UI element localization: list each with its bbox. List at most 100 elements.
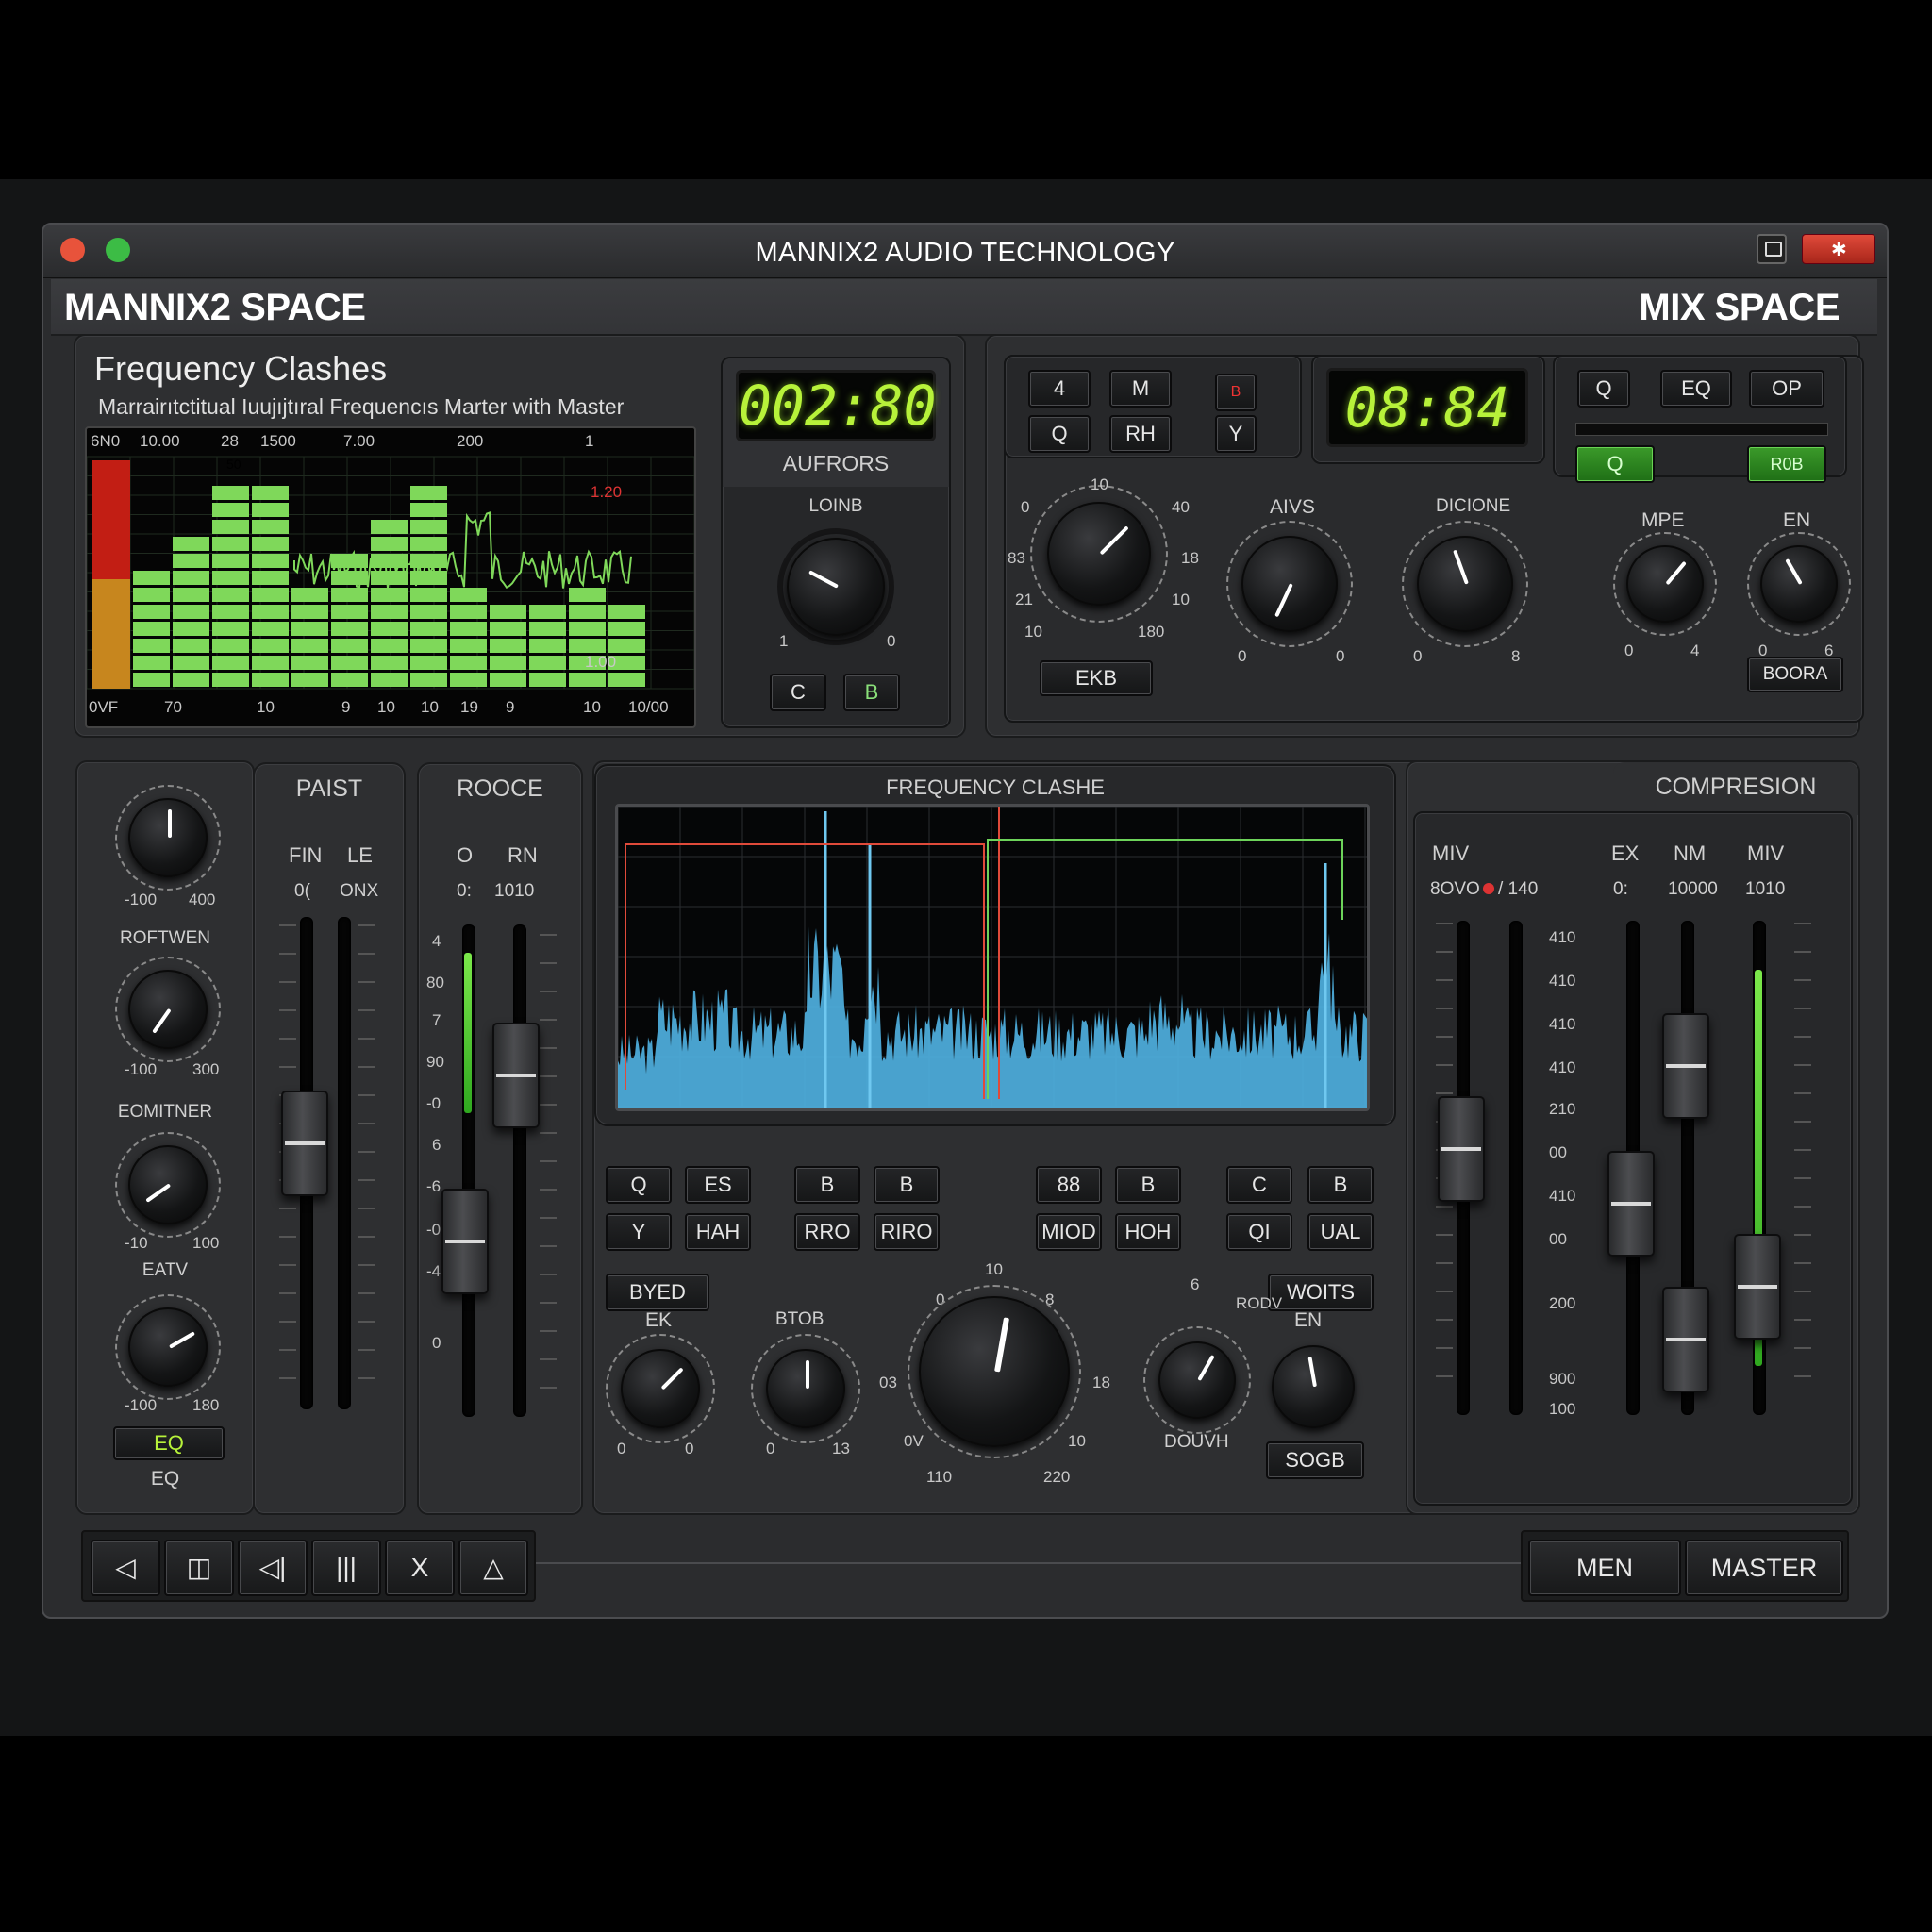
knob-tick: 10 xyxy=(985,1260,1003,1278)
speaker-button[interactable]: ◁| xyxy=(238,1540,308,1596)
eq-label: EQ xyxy=(150,1468,180,1490)
master-button[interactable]: MASTER xyxy=(1685,1540,1843,1596)
comp-fader-4[interactable] xyxy=(1662,1287,1709,1392)
comp-fader-3[interactable] xyxy=(1662,1013,1709,1119)
knob-tick: 6 xyxy=(1191,1275,1200,1293)
ek-knob[interactable] xyxy=(621,1349,700,1428)
center-btn-gear3[interactable]: B xyxy=(1115,1166,1181,1204)
channel-header: RN xyxy=(508,843,538,867)
bars-button[interactable]: ||| xyxy=(311,1540,381,1596)
top-knob-2[interactable] xyxy=(1241,536,1338,632)
fader-scale xyxy=(358,924,375,926)
comp-value: 0: xyxy=(1613,879,1628,899)
knob-tick: 10 xyxy=(1068,1432,1086,1450)
eq-button[interactable]: EQ xyxy=(1660,370,1732,408)
q-button[interactable]: Q xyxy=(1577,370,1630,408)
byed-button[interactable]: BYED xyxy=(606,1274,709,1311)
center-btn-rro[interactable]: RRO xyxy=(794,1213,860,1251)
knob-tick: RODV xyxy=(1236,1294,1283,1312)
douvh-knob[interactable] xyxy=(1158,1341,1236,1419)
comp-fader-1[interactable] xyxy=(1438,1096,1485,1202)
top-knob-1[interactable] xyxy=(1047,502,1151,606)
mini-knob[interactable] xyxy=(787,538,885,636)
strip-knob-4[interactable] xyxy=(128,1307,208,1387)
strip-knob-3[interactable] xyxy=(128,1145,208,1224)
green-q-button[interactable]: Q xyxy=(1575,445,1655,483)
center-btn-ual[interactable]: UAL xyxy=(1307,1213,1374,1251)
en-knob[interactable] xyxy=(1272,1345,1355,1428)
master-knob[interactable] xyxy=(919,1296,1070,1447)
transport-btn-4[interactable]: 4 xyxy=(1028,370,1091,408)
ekb-button[interactable]: EKB xyxy=(1040,660,1153,696)
red-indicator[interactable]: B xyxy=(1215,374,1257,411)
btob-knob[interactable] xyxy=(766,1349,845,1428)
strip-knob-1[interactable] xyxy=(128,798,208,877)
frame-button[interactable]: ◫ xyxy=(164,1540,234,1596)
scale-tick: 00 xyxy=(1549,1230,1567,1248)
bar-segment xyxy=(173,673,209,687)
play-icon: ◁ xyxy=(115,1553,136,1582)
b-button[interactable]: B xyxy=(843,674,900,711)
center-btn-miod[interactable]: MIOD xyxy=(1036,1213,1102,1251)
scale-tick: 0 xyxy=(432,1334,441,1352)
transport-btn-rh[interactable]: RH xyxy=(1109,415,1172,453)
center-btn-gear4[interactable]: B xyxy=(1307,1166,1374,1204)
transport-btn-y[interactable]: Y xyxy=(1215,415,1257,453)
center-btn-qi[interactable]: QI xyxy=(1226,1213,1292,1251)
c-button[interactable]: C xyxy=(770,674,826,711)
paist-fader[interactable] xyxy=(281,1091,328,1196)
comp-fader-2[interactable] xyxy=(1607,1151,1655,1257)
center-btn-riro[interactable]: RIRO xyxy=(874,1213,940,1251)
rooce-fader-right[interactable] xyxy=(492,1023,540,1128)
toolbar-divider xyxy=(536,1562,1562,1564)
rooce-fader-left[interactable] xyxy=(441,1189,489,1294)
center-btn-c[interactable]: C xyxy=(1226,1166,1292,1204)
bar-segment xyxy=(212,605,249,619)
top-knob-4[interactable] xyxy=(1626,545,1704,623)
transport-btn-m[interactable]: M xyxy=(1109,370,1172,408)
men-button[interactable]: MEN xyxy=(1528,1540,1681,1596)
x-button[interactable]: X xyxy=(385,1540,455,1596)
scale-tick: 410 xyxy=(1549,972,1576,990)
center-btn-gear2[interactable]: B xyxy=(874,1166,940,1204)
fader-scale xyxy=(1794,923,1811,924)
top-knob-3[interactable] xyxy=(1417,536,1513,632)
bar-segment xyxy=(133,571,170,585)
knob-tick: 0 xyxy=(1021,498,1030,516)
bar-segment xyxy=(291,656,328,670)
bar-segment xyxy=(212,588,249,602)
eq-toggle[interactable]: EQ xyxy=(113,1426,225,1460)
center-btn-gear1[interactable]: B xyxy=(794,1166,860,1204)
bar-segment xyxy=(252,639,289,653)
bar-segment xyxy=(212,656,249,670)
triangle-button[interactable]: △ xyxy=(458,1540,528,1596)
channel-value: 0( xyxy=(294,881,310,901)
comp-fader-5[interactable] xyxy=(1734,1234,1781,1340)
channel-header: FIN xyxy=(289,843,323,867)
quit-button[interactable]: ✱ xyxy=(1802,234,1875,264)
center-btn-88[interactable]: 88 xyxy=(1036,1166,1102,1204)
bar-segment xyxy=(252,656,289,670)
knob-min: -10 xyxy=(125,1234,148,1252)
woits-button[interactable]: WOITS xyxy=(1268,1274,1374,1311)
boora-button[interactable]: BOORA xyxy=(1747,657,1843,692)
center-btn-hah[interactable]: HAH xyxy=(685,1213,751,1251)
strip-knob-2[interactable] xyxy=(128,970,208,1049)
bar-segment xyxy=(529,605,566,619)
sogb-button[interactable]: SOGB xyxy=(1266,1441,1364,1479)
transport-btn-q[interactable]: Q xyxy=(1028,415,1091,453)
scale-tick: -0 xyxy=(426,1221,441,1239)
center-btn-es[interactable]: ES xyxy=(685,1166,751,1204)
play-button[interactable]: ◁ xyxy=(91,1540,160,1596)
restore-button[interactable] xyxy=(1757,234,1787,264)
center-btn-hoh[interactable]: HOH xyxy=(1115,1213,1181,1251)
center-btn-y[interactable]: Y xyxy=(606,1213,672,1251)
op-button[interactable]: OP xyxy=(1749,370,1824,408)
center-btn-q[interactable]: Q xyxy=(606,1166,672,1204)
green-button[interactable]: R0B xyxy=(1747,445,1826,483)
window-title: MANNIX2 AUDIO TECHNOLOGY xyxy=(755,238,1175,268)
bar-segment xyxy=(371,639,408,653)
top-knob-5[interactable] xyxy=(1760,545,1838,623)
spectrum-bar xyxy=(212,486,249,687)
knob-tick: 18 xyxy=(1092,1374,1110,1391)
